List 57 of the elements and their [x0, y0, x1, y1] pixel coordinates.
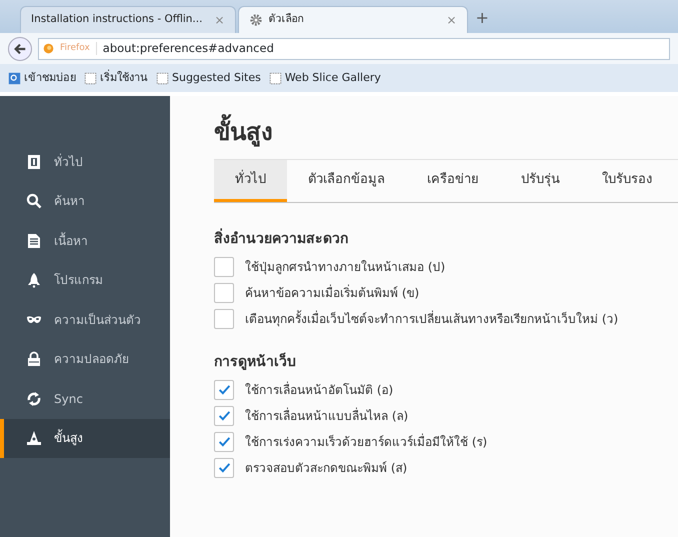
address-field[interactable]: Firefox about:preferences#advanced: [38, 38, 670, 60]
wizard-hat-icon: [26, 430, 42, 446]
tab[interactable]: ใบรับรอง: [581, 160, 673, 202]
tab[interactable]: ทั่วไป: [214, 160, 287, 202]
sidebar-item[interactable]: ทั่วไป: [0, 142, 170, 182]
browser-tab[interactable]: Installation instructions - Offlin... ×: [20, 6, 236, 33]
tab[interactable]: เครือข่าย: [406, 160, 500, 202]
section-title: สิ่งอำนวยความสะดวก: [214, 228, 678, 250]
checkbox[interactable]: [214, 282, 234, 303]
tab[interactable]: ตัวเลือกข้อมูล: [287, 160, 406, 202]
browser-tab[interactable]: ตัวเลือก ×: [238, 6, 468, 33]
option-label: เตือนทุกครั้งเมื่อเว็บไซต์จะทำการเปลี่ยนเส้นทางหรือเรียกหน้าเว็บใหม่ (ว): [245, 310, 618, 328]
sidebar-item[interactable]: ขั้นสูง: [0, 418, 170, 458]
option-label: ใช้การเลื่อนหน้าแบบลื่นไหล (ล): [245, 406, 408, 425]
bookmark-link[interactable]: เข้าชมบ่อย: [8, 70, 76, 86]
gear-icon: [248, 13, 263, 27]
section-title: การดูหน้าเว็บ: [214, 352, 297, 372]
option-label: ใช้ปุ่มลูกศรนำทางภายในหน้าเสมอ (ป): [245, 258, 446, 276]
bookmark-link[interactable]: Web Slice Gallery: [268, 70, 381, 86]
padlock-icon: [26, 351, 42, 368]
search-icon: [26, 193, 42, 210]
checkbox[interactable]: [214, 380, 234, 400]
document-icon: [26, 232, 42, 249]
firefox-logo-icon: [43, 43, 54, 54]
bookmark-link[interactable]: เริ่มใช้งาน: [84, 70, 148, 86]
sidebar-item[interactable]: ค้นหา: [0, 182, 170, 221]
option-label: ค้นหาข้อความเมื่อเริ่มต้นพิมพ์ (ข): [245, 284, 420, 302]
back-button[interactable]: [8, 36, 32, 60]
tab[interactable]: ปรับรุ่น: [500, 160, 581, 202]
sidebar-item[interactable]: เนื้อหา: [0, 221, 170, 260]
blank-page-icon: [156, 72, 169, 84]
sidebar-item[interactable]: ความเป็นส่วนตัว: [0, 300, 170, 340]
sidebar-item[interactable]: โปรแกรม: [0, 260, 170, 300]
page-icon: [8, 72, 21, 84]
checkmark-icon: [218, 461, 230, 474]
checkmark-icon: [218, 409, 230, 422]
new-tab-button[interactable]: +: [476, 6, 489, 30]
checkmark-icon: [218, 383, 230, 396]
checkmark-icon: [218, 435, 230, 448]
option-label: ใช้การเลื่อนหน้าอัตโนมัติ (อ): [245, 380, 394, 399]
checkbox[interactable]: [214, 256, 234, 277]
url-text: about:preferences#advanced: [102, 40, 274, 57]
checkbox[interactable]: [214, 432, 234, 452]
option-label: ใช้การเร่งความเร็วด้วยฮาร์ดแวร์เมื่อมีให้ใช้ (ร): [245, 432, 488, 451]
back-arrow-icon: [13, 42, 27, 56]
sync-icon: [26, 390, 42, 407]
checkbox[interactable]: [214, 458, 234, 478]
checkbox[interactable]: [214, 406, 234, 426]
identity-label: Firefox: [60, 42, 97, 56]
blank-page-icon: [84, 72, 97, 84]
bookmark-link[interactable]: Suggested Sites: [156, 70, 261, 86]
sidebar-item[interactable]: ความปลอดภัย: [0, 340, 170, 379]
checkbox[interactable]: [214, 308, 234, 329]
sidebar-item[interactable]: Sync: [0, 379, 170, 418]
rocket-icon: [26, 272, 42, 288]
option-label: ตรวจสอบตัวสะกดขณะพิมพ์ (ส): [245, 460, 408, 477]
blank-page-icon: [268, 72, 282, 84]
